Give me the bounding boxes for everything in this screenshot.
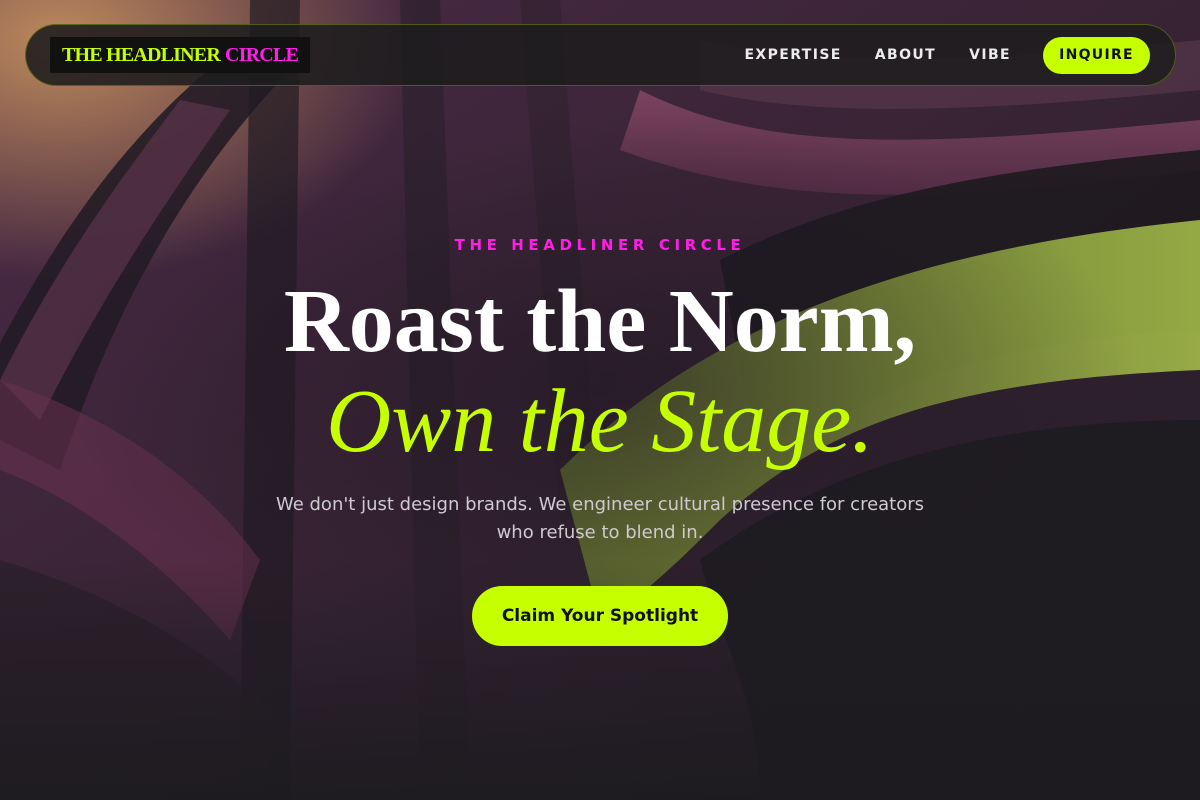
hero-eyebrow: THE HEADLINER CIRCLE [454,236,746,254]
hero-headline-line1: Roast the Norm, [283,272,917,371]
brand-logo[interactable]: THE HEADLINER CIRCLE [50,37,310,73]
hero-subtitle-line2: who refuse to blend in. [496,522,704,543]
claim-spotlight-button[interactable]: Claim Your Spotlight [472,586,728,646]
hero-subtitle-line1: We don't just design brands. We engineer… [275,494,925,515]
nav-links: EXPERTISE ABOUT VIBE INQUIRE [744,36,1150,74]
top-navbar: THE HEADLINER CIRCLE EXPERTISE ABOUT VIB… [25,24,1176,86]
nav-link-expertise[interactable]: EXPERTISE [744,47,841,63]
nav-link-vibe[interactable]: VIBE [969,47,1011,63]
brand-name-part1: THE HEADLINER [62,43,221,66]
hero-headline-line2: Own the Stage. [326,372,874,471]
hero-subtitle: We don't just design brands. We engineer… [0,491,1200,547]
inquire-button[interactable]: INQUIRE [1043,36,1150,74]
nav-link-about[interactable]: ABOUT [875,47,936,63]
brand-name-part2: CIRCLE [224,43,299,66]
